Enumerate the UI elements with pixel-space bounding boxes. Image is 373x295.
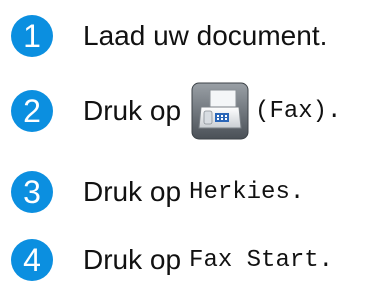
step-number-badge: 2 bbox=[11, 90, 53, 132]
step-2: 2 Druk op (Fax). bbox=[11, 82, 341, 140]
step-number-badge: 3 bbox=[11, 171, 53, 213]
step-text: Laad uw document. bbox=[83, 20, 328, 51]
step-text: Druk op bbox=[83, 95, 182, 126]
step-instruction: Druk op Herkies. bbox=[83, 176, 304, 208]
step-number-badge: 4 bbox=[11, 239, 53, 281]
step-3: 3 Druk op Herkies. bbox=[11, 170, 304, 214]
fax-button-label: (Fax). bbox=[255, 97, 342, 125]
step-text: Druk op bbox=[83, 244, 182, 275]
step-text: Druk op bbox=[83, 176, 182, 207]
step-1: 1 Laad uw document. bbox=[11, 14, 327, 58]
step-instruction: Druk op (Fax). bbox=[83, 82, 341, 140]
step-instruction: Laad uw document. bbox=[83, 20, 327, 52]
step-4: 4 Druk op Fax Start. bbox=[11, 238, 333, 282]
fax-icon bbox=[191, 82, 249, 140]
step-number-badge: 1 bbox=[11, 15, 53, 57]
redial-button-label: Herkies. bbox=[189, 178, 305, 206]
step-instruction: Druk op Fax Start. bbox=[83, 244, 333, 276]
fax-start-button-label: Fax Start. bbox=[189, 246, 334, 274]
